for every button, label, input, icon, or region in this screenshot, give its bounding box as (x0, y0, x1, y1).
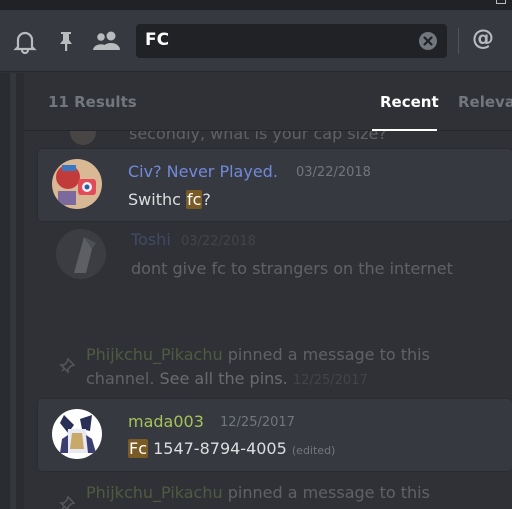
message-author[interactable]: mada003 (128, 412, 204, 431)
pin-author: Phijkchu_Pikachu (86, 345, 223, 364)
scrollbar-track[interactable] (10, 73, 16, 509)
results-header: 11 Results Recent Relevan (24, 73, 512, 131)
edited-tag: (edited) (291, 444, 336, 457)
search-result[interactable]: Civ? Never Played. 03/22/2018 Swithc fc? (38, 149, 512, 221)
pin-line-1: Phijkchu_Pikachu pinned a message to thi… (86, 345, 430, 364)
message-text: Swithc (128, 190, 186, 209)
pin-line-1: Phijkchu_Pikachu pinned a message to thi… (86, 483, 430, 502)
chat-scroll-strip (0, 73, 24, 509)
search-input[interactable]: FC (136, 24, 447, 58)
pin-notice: Phijkchu_Pikachu pinned a message to thi… (24, 481, 512, 509)
toolbar-divider (458, 28, 459, 54)
mentions-icon[interactable]: @ (472, 26, 494, 51)
message-text: secondly, what is your cap size? (129, 131, 387, 143)
message-text: dont give fc to strangers on the interne… (131, 259, 453, 278)
avatar (52, 409, 102, 459)
maximize-button[interactable] (496, 0, 506, 4)
bell-icon[interactable] (12, 28, 38, 54)
message-content: Fc 1547-8794-4005 (edited) (128, 439, 335, 458)
message-timestamp: 12/25/2017 (220, 415, 295, 430)
tab-recent[interactable]: Recent (380, 93, 439, 111)
pin-author: Phijkchu_Pikachu (86, 483, 223, 502)
search-query[interactable]: FC (145, 30, 169, 50)
message-timestamp: 03/22/2018 (181, 234, 256, 249)
members-icon[interactable] (92, 28, 122, 54)
search-highlight: fc (185, 190, 203, 209)
pin-icon (59, 495, 76, 509)
tab-relevant[interactable]: Relevan (458, 93, 512, 111)
pin-notice: Phijkchu_Pikachu pinned a message to thi… (24, 343, 512, 393)
avatar (56, 229, 106, 279)
context-message: Toshi 03/22/2018 dont give fc to strange… (24, 225, 512, 285)
message-author[interactable]: Civ? Never Played. (128, 162, 278, 181)
pin-timestamp: 12/25/2017 (292, 373, 368, 388)
message-timestamp: 03/22/2018 (296, 165, 371, 180)
toolbar: FC @ (0, 10, 512, 72)
pin-line-2: channel. See all the pins. 12/25/2017 (86, 369, 368, 388)
message-text: ? (202, 190, 211, 209)
pin-icon[interactable] (53, 28, 79, 54)
search-result[interactable]: mada003 12/25/2017 Fc 1547-8794-4005 (ed… (38, 399, 512, 471)
search-results-pane: 11 Results Recent Relevan secondly, what… (24, 73, 512, 509)
see-all-pins-link[interactable]: See all the pins. (160, 369, 288, 388)
context-message: secondly, what is your cap size? (24, 131, 512, 145)
message-content: Swithc fc? (128, 190, 211, 209)
message-text: 1547-8794-4005 (148, 439, 287, 458)
pin-text: channel. (86, 369, 155, 388)
avatar (52, 159, 102, 209)
avatar (70, 131, 96, 145)
results-count: 11 Results (48, 93, 137, 111)
window-titlebar (0, 0, 512, 10)
clear-search-icon[interactable] (419, 32, 437, 50)
message-author: Toshi (131, 230, 171, 249)
pin-icon (59, 357, 76, 374)
search-highlight: Fc (128, 439, 148, 458)
pin-text: pinned a message to this (227, 345, 430, 364)
pin-text: pinned a message to this (227, 483, 430, 502)
